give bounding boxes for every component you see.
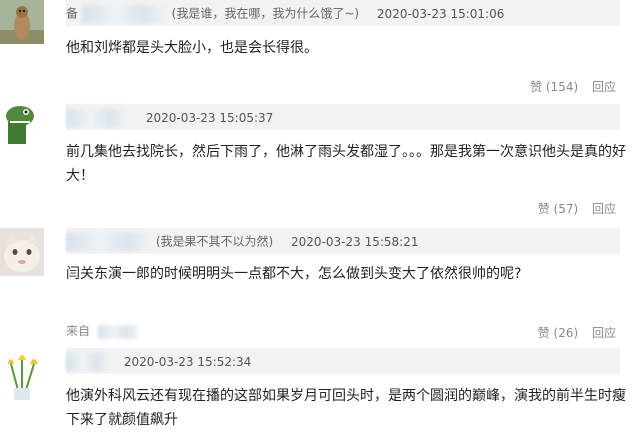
- like-button[interactable]: 赞 (154): [530, 80, 578, 94]
- comment-meta-bar: 2020-03-23 15:05:37: [66, 104, 620, 130]
- author-name[interactable]: 备: [66, 7, 78, 21]
- tulips-avatar[interactable]: [0, 350, 44, 400]
- comment-actions: 赞 (57) 回应: [528, 200, 616, 217]
- author-signature: (我是谁，我在哪，我为什么饿了~): [171, 6, 360, 21]
- comment-meta-bar: 备 (我是谁，我在哪，我为什么饿了~) 2020-03-23 15:01:06: [66, 0, 620, 26]
- cat-avatar[interactable]: [0, 228, 44, 276]
- comment-text: 前几集他去找院长，然后下雨了，他淋了雨头发都湿了。。。那是我第一次意识他头是真的…: [66, 144, 626, 184]
- comment-text: 闫关东演一郎的时候明明头一点都不大，怎么做到头变大了依然很帅的呢?: [66, 266, 522, 282]
- comment-item: 备 (我是谁，我在哪，我为什么饿了~) 2020-03-23 15:01:06 …: [0, 0, 640, 100]
- comment-text: 他演外科风云还有现在播的这部如果岁月可回头时，是两个圆润的巅峰，演我的前半生时瘦…: [66, 388, 626, 428]
- reply-button[interactable]: 回应: [592, 80, 616, 94]
- comment-item: 2020-03-23 15:05:37 前几集他去找院长，然后下雨了，他淋了雨头…: [0, 100, 640, 222]
- comment-time: 2020-03-23 15:01:06: [376, 6, 505, 21]
- comment-actions: 赞 (26) 回应: [528, 324, 616, 341]
- comment-time: 2020-03-23 15:05:37: [145, 110, 274, 125]
- comment-time: 2020-03-23 15:52:34: [123, 354, 252, 369]
- author-name-blurred[interactable]: [66, 352, 110, 371]
- author-name-blurred[interactable]: [81, 4, 168, 23]
- comment-meta-bar: 2020-03-23 15:52:34: [66, 348, 620, 374]
- like-button[interactable]: 赞 (26): [538, 326, 578, 340]
- from-source-blurred: [97, 324, 138, 339]
- comment-actions: 赞 (154) 回应: [520, 78, 616, 95]
- from-source: 来自: [66, 322, 138, 339]
- author-name-blurred[interactable]: [66, 232, 152, 251]
- comment-text: 他和刘烨都是头大脸小，也是会长得很。: [66, 40, 318, 56]
- comment-item: (我是果不其不以为然) 2020-03-23 15:58:21 闫关东演一郎的时…: [0, 222, 640, 346]
- like-button[interactable]: 赞 (57): [538, 202, 578, 216]
- author-name-blurred[interactable]: [66, 108, 128, 127]
- comment-time: 2020-03-23 15:58:21: [291, 234, 419, 249]
- reply-button[interactable]: 回应: [592, 202, 616, 216]
- meerkat-avatar[interactable]: [0, 0, 44, 44]
- from-label: 来自: [66, 324, 91, 338]
- reply-button[interactable]: 回应: [592, 326, 616, 340]
- comment-item: 2020-03-23 15:52:34 他演外科风云还有现在播的这部如果岁月可回…: [0, 346, 640, 441]
- green-dinosaur-avatar[interactable]: [0, 100, 44, 144]
- author-signature: (我是果不其不以为然): [155, 234, 274, 249]
- comment-meta-bar: (我是果不其不以为然) 2020-03-23 15:58:21: [66, 228, 620, 254]
